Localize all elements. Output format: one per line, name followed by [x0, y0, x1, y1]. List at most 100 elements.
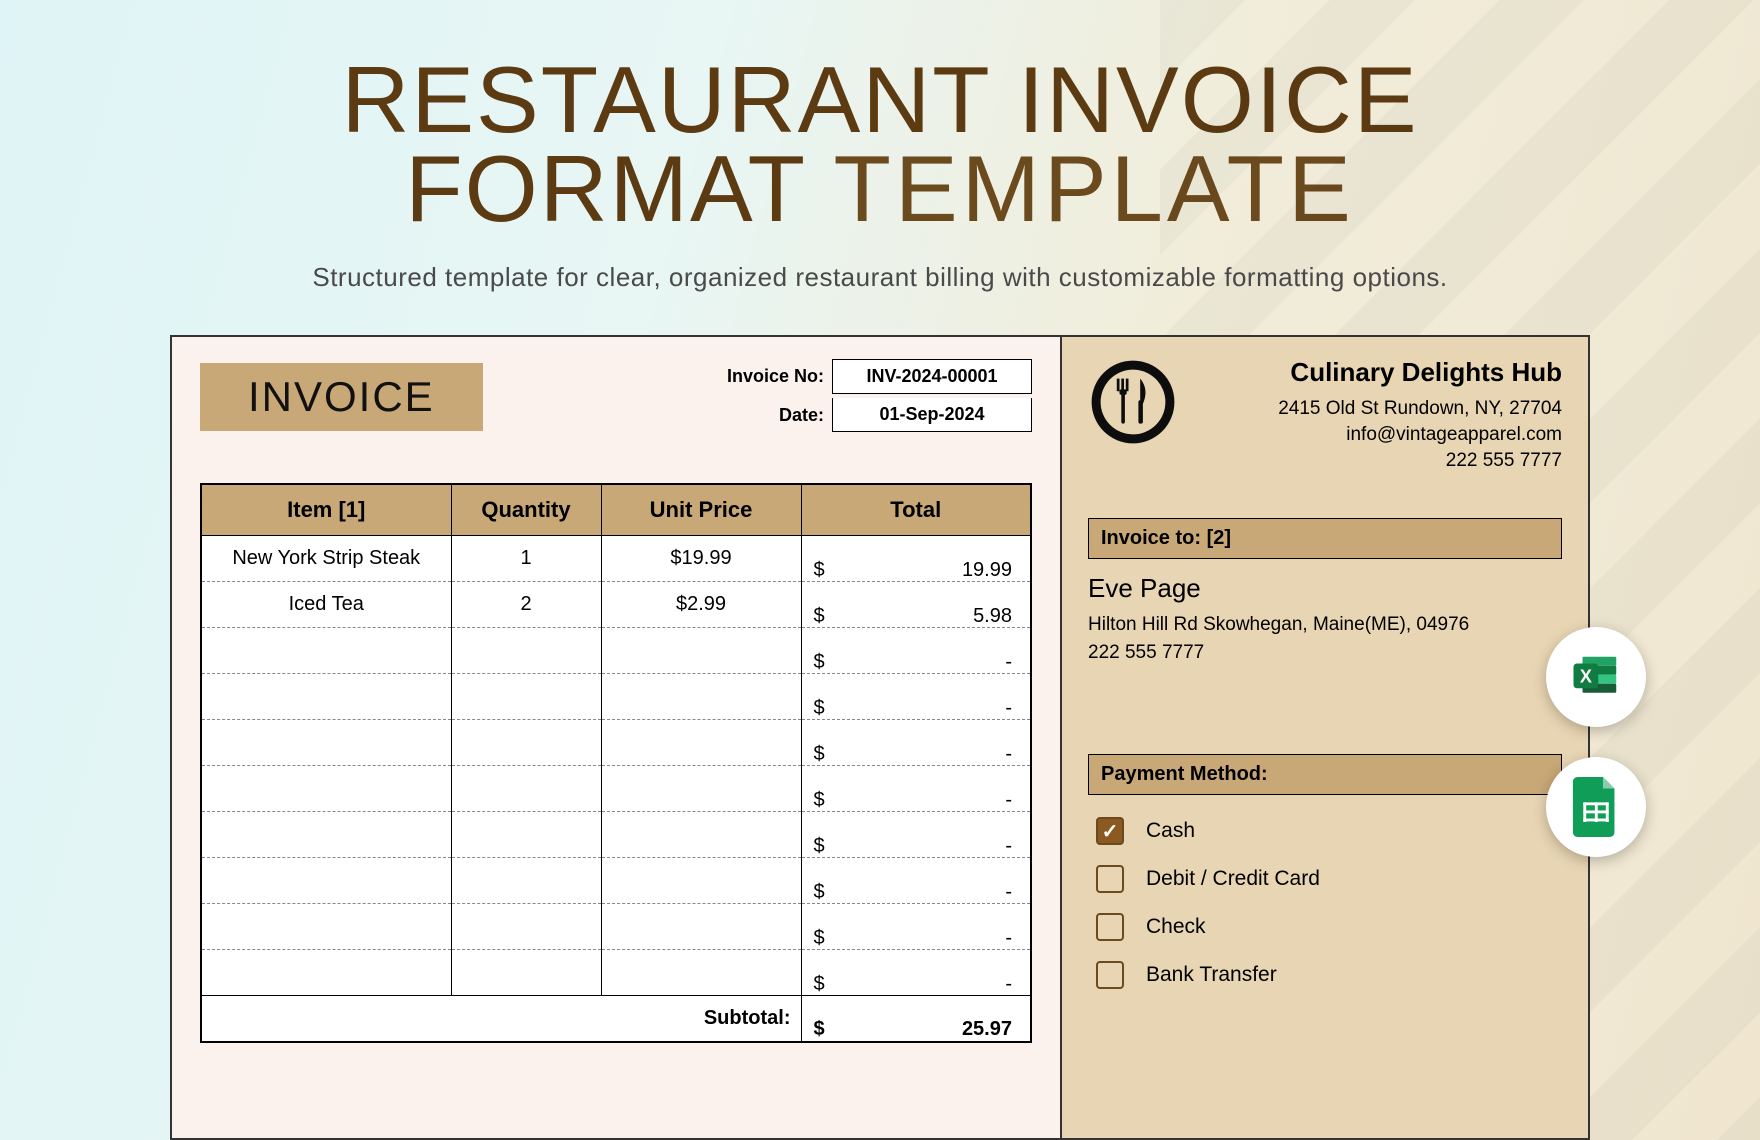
excel-icon: X — [1569, 650, 1623, 704]
table-row: $- — [201, 858, 1031, 904]
cell-qty — [451, 720, 601, 766]
cell-total: $5.98 — [801, 582, 1031, 628]
col-qty: Quantity — [451, 484, 601, 536]
invoice-date-value: 01-Sep-2024 — [832, 398, 1032, 432]
table-row: $- — [201, 628, 1031, 674]
page-title-line2: FORMAT TEMPLATE — [0, 144, 1760, 233]
cell-total: $- — [801, 858, 1031, 904]
title-bold: FORMAT — [405, 136, 805, 241]
cell-unit — [601, 904, 801, 950]
cell-qty — [451, 628, 601, 674]
restaurant-logo-icon — [1088, 357, 1178, 447]
payment-option-label: Cash — [1146, 819, 1195, 843]
subtotal-label: Subtotal: — [201, 996, 801, 1042]
table-row: $- — [201, 720, 1031, 766]
cell-unit — [601, 766, 801, 812]
checkbox-icon — [1096, 865, 1124, 893]
payment-option[interactable]: Debit / Credit Card — [1088, 855, 1562, 903]
cell-unit: $19.99 — [601, 536, 801, 582]
invoice-left-pane: INVOICE Invoice No: INV-2024-00001 Date:… — [172, 337, 1062, 1138]
payment-option-label: Debit / Credit Card — [1146, 867, 1320, 891]
cell-total: $- — [801, 904, 1031, 950]
cell-item: Iced Tea — [201, 582, 451, 628]
excel-badge[interactable]: X — [1546, 627, 1646, 727]
payment-option-label: Bank Transfer — [1146, 963, 1277, 987]
business-address: 2415 Old St Rundown, NY, 27704 — [1196, 398, 1562, 420]
business-phone: 222 555 7777 — [1196, 450, 1562, 472]
cell-qty — [451, 858, 601, 904]
customer-address: Hilton Hill Rd Skowhegan, Maine(ME), 049… — [1088, 614, 1562, 636]
cell-item — [201, 812, 451, 858]
table-row: New York Strip Steak1$19.99$19.99 — [201, 536, 1031, 582]
cell-total: $- — [801, 720, 1031, 766]
cell-item: New York Strip Steak — [201, 536, 451, 582]
cell-qty — [451, 904, 601, 950]
cell-item — [201, 858, 451, 904]
table-row: $- — [201, 904, 1031, 950]
customer-phone: 222 555 7777 — [1088, 642, 1562, 664]
cell-unit — [601, 674, 801, 720]
invoice-card: INVOICE Invoice No: INV-2024-00001 Date:… — [170, 335, 1590, 1140]
page-subtitle: Structured template for clear, organized… — [0, 262, 1760, 293]
invoice-badge: INVOICE — [200, 363, 483, 431]
invoice-to-heading: Invoice to: [2] — [1088, 518, 1562, 559]
cell-total: $19.99 — [801, 536, 1031, 582]
table-row: $- — [201, 812, 1031, 858]
col-unit: Unit Price — [601, 484, 801, 536]
cell-total: $- — [801, 812, 1031, 858]
cell-item — [201, 904, 451, 950]
cell-item — [201, 950, 451, 996]
customer-name: Eve Page — [1088, 573, 1562, 604]
sheets-badge[interactable] — [1546, 757, 1646, 857]
checkbox-icon — [1096, 913, 1124, 941]
cell-total: $- — [801, 766, 1031, 812]
cell-unit — [601, 628, 801, 674]
table-row: $- — [201, 674, 1031, 720]
invoice-date-label: Date: — [779, 405, 824, 426]
cell-total: $- — [801, 674, 1031, 720]
subtotal-row: Subtotal: $ 25.97 — [201, 996, 1031, 1042]
cell-qty — [451, 950, 601, 996]
payment-list: ✓ Cash Debit / Credit Card Check Bank Transf… — [1088, 807, 1562, 999]
cell-unit — [601, 720, 801, 766]
table-row: Iced Tea2$2.99$5.98 — [201, 582, 1031, 628]
invoice-meta: Invoice No: INV-2024-00001 Date: 01-Sep-… — [727, 359, 1032, 436]
title-thin: TEMPLATE — [834, 136, 1355, 241]
cell-item — [201, 674, 451, 720]
cell-qty — [451, 766, 601, 812]
cell-qty: 2 — [451, 582, 601, 628]
payment-option-label: Check — [1146, 915, 1206, 939]
items-table: Item [1] Quantity Unit Price Total New Y… — [200, 483, 1032, 1043]
table-row: $- — [201, 950, 1031, 996]
payment-option[interactable]: Check — [1088, 903, 1562, 951]
cell-unit: $2.99 — [601, 582, 801, 628]
cell-item — [201, 720, 451, 766]
cell-unit — [601, 812, 801, 858]
cell-qty — [451, 812, 601, 858]
cell-unit — [601, 950, 801, 996]
business-name: Culinary Delights Hub — [1196, 357, 1562, 388]
checkbox-icon — [1096, 961, 1124, 989]
col-item: Item [1] — [201, 484, 451, 536]
payment-option[interactable]: ✓ Cash — [1088, 807, 1562, 855]
cell-item — [201, 628, 451, 674]
business-block: Culinary Delights Hub 2415 Old St Rundow… — [1088, 357, 1562, 476]
business-email: info@vintageapparel.com — [1196, 424, 1562, 446]
cell-qty — [451, 674, 601, 720]
hero: RESTAURANT INVOICE FORMAT TEMPLATE Struc… — [0, 0, 1760, 293]
payment-option[interactable]: Bank Transfer — [1088, 951, 1562, 999]
table-row: $- — [201, 766, 1031, 812]
invoice-no-value: INV-2024-00001 — [832, 359, 1032, 394]
invoice-no-label: Invoice No: — [727, 366, 824, 387]
cell-unit — [601, 858, 801, 904]
cell-item — [201, 766, 451, 812]
google-sheets-icon — [1572, 777, 1620, 837]
cell-total: $- — [801, 628, 1031, 674]
cell-qty: 1 — [451, 536, 601, 582]
svg-text:X: X — [1580, 667, 1592, 687]
checkbox-icon: ✓ — [1096, 817, 1124, 845]
invoice-right-pane: Culinary Delights Hub 2415 Old St Rundow… — [1062, 337, 1588, 1138]
payment-heading: Payment Method: — [1088, 754, 1562, 795]
customer-block: Eve Page Hilton Hill Rd Skowhegan, Maine… — [1088, 573, 1562, 664]
page-title-line1: RESTAURANT INVOICE — [0, 55, 1760, 144]
